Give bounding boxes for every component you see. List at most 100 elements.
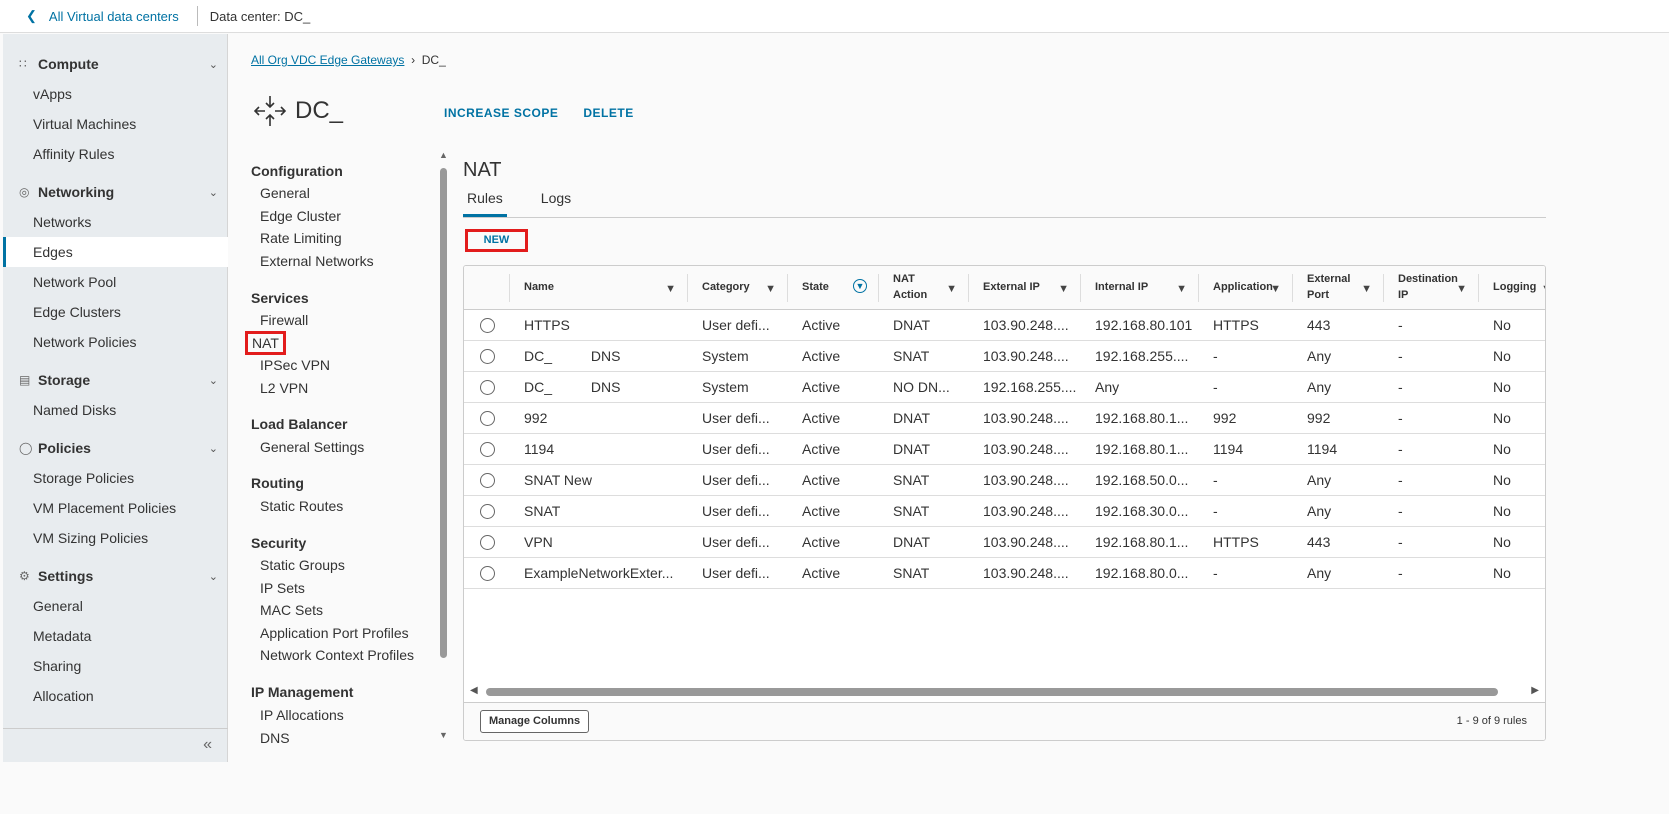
cell-logging: No (1479, 526, 1545, 558)
delete-button[interactable]: DELETE (583, 106, 633, 120)
column-header-category[interactable]: Category ▼ (688, 266, 788, 310)
sidebar-item-general[interactable]: General (3, 591, 228, 621)
row-select-radio[interactable] (480, 503, 495, 519)
nav-item-static-groups[interactable]: Static Groups (260, 557, 345, 573)
sidebar-item-network-pool[interactable]: Network Pool (3, 267, 228, 297)
table-row[interactable]: 1194 User defi... Active DNAT 103.90.248....… (464, 433, 1545, 465)
filter-icon[interactable]: ▼ (765, 281, 776, 297)
column-header-application[interactable]: Application ▼ (1199, 266, 1293, 310)
cell-external-port: 443 (1293, 309, 1384, 341)
filter-icon[interactable]: ▼ (665, 281, 676, 297)
filter-icon[interactable]: ▼ (853, 279, 867, 293)
sidebar-item-networks[interactable]: Networks (3, 207, 228, 237)
sidebar-item-network-policies[interactable]: Network Policies (3, 327, 228, 357)
nav-section-load-balancer: Load Balancer (251, 416, 348, 432)
filter-icon[interactable]: ▼ (1058, 281, 1069, 297)
cell-application: HTTPS (1199, 526, 1293, 558)
sidebar-item-edges[interactable]: Edges (3, 237, 228, 267)
cell-logging: No (1479, 495, 1545, 527)
sidebar-item-vapps[interactable]: vApps (3, 79, 228, 109)
nav-item-general-settings[interactable]: General Settings (260, 439, 364, 455)
column-header-destination-ip[interactable]: Destination IP ▼ (1384, 266, 1479, 310)
nav-item-dns[interactable]: DNS (260, 730, 290, 746)
collapse-sidebar-button[interactable]: « (3, 728, 228, 762)
table-row[interactable]: ExampleNetworkExter... User defi... Active… (464, 557, 1545, 589)
sidebar-item-edge-clusters[interactable]: Edge Clusters (3, 297, 228, 327)
nav-item-network-context-profiles[interactable]: Network Context Profiles (260, 647, 414, 663)
filter-icon[interactable]: ▼ (946, 281, 957, 297)
breadcrumb-current: DC_ (421, 53, 446, 67)
row-select-radio[interactable] (480, 379, 495, 395)
sidebar-item-named-disks[interactable]: Named Disks (3, 395, 228, 425)
row-select-radio[interactable] (480, 317, 495, 333)
sidebar-item-metadata[interactable]: Metadata (3, 621, 228, 651)
panel-title: NAT (463, 159, 502, 181)
nav-item-l2-vpn[interactable]: L2 VPN (260, 380, 308, 396)
nav-item-firewall[interactable]: Firewall (260, 312, 308, 328)
tab-logs[interactable]: Logs (537, 190, 575, 217)
nav-item-static-routes[interactable]: Static Routes (260, 498, 343, 514)
sidebar-item-vm-sizing-policies[interactable]: VM Sizing Policies (3, 523, 228, 553)
filter-icon[interactable]: ▼ (1270, 281, 1281, 297)
nav-item-external-networks[interactable]: External Networks (260, 253, 374, 269)
filter-icon[interactable]: ▼ (1456, 281, 1467, 297)
filter-icon[interactable]: ▼ (1541, 281, 1545, 297)
nav-item-ip-allocations[interactable]: IP Allocations (260, 707, 344, 723)
table-row[interactable]: HTTPS User defi... Active DNAT 103.90.248...… (464, 309, 1545, 341)
nav-item-general[interactable]: General (260, 185, 310, 201)
tab-rules[interactable]: Rules (463, 190, 507, 217)
row-select-radio[interactable] (480, 565, 495, 581)
sidebar-item-sharing[interactable]: Sharing (3, 651, 228, 681)
new-rule-button[interactable]: NEW (465, 229, 528, 252)
nav-item-application-port-profiles[interactable]: Application Port Profiles (260, 625, 409, 641)
nav-item-ipsec-vpn[interactable]: IPSec VPN (260, 357, 330, 373)
cell-external-port: Any (1293, 340, 1384, 372)
horizontal-scrollbar[interactable]: ◀ ▶ (464, 685, 1545, 699)
nav-item-mac-sets[interactable]: MAC Sets (260, 602, 323, 618)
manage-columns-button[interactable]: Manage Columns (480, 710, 590, 733)
column-header-state[interactable]: State ▼ (788, 266, 879, 310)
row-select-radio[interactable] (480, 348, 495, 364)
row-select-radio[interactable] (480, 441, 495, 457)
filter-icon[interactable]: ▼ (1361, 281, 1372, 297)
column-header-nat-action[interactable]: NAT Action ▼ (879, 266, 969, 310)
row-select-radio[interactable] (480, 534, 495, 550)
cell-application: - (1199, 340, 1293, 372)
networking-icon: ◎ (19, 185, 30, 199)
sidebar-item-vm-placement-policies[interactable]: VM Placement Policies (3, 493, 228, 523)
sidebar-group-compute[interactable]: ∷ Compute ⌄ (3, 49, 228, 79)
cell-application: - (1199, 371, 1293, 403)
nav-scrollbar[interactable]: ▲ ▼ (437, 150, 451, 740)
sidebar-group-settings[interactable]: ⚙ Settings ⌄ (3, 561, 228, 591)
row-select-radio[interactable] (480, 472, 495, 488)
nav-item-edge-cluster[interactable]: Edge Cluster (260, 208, 341, 224)
column-header-external-port[interactable]: External Port ▼ (1293, 266, 1384, 310)
sidebar-item-allocation[interactable]: Allocation (3, 681, 228, 711)
sidebar-item-affinity-rules[interactable]: Affinity Rules (3, 139, 228, 169)
column-header-logging[interactable]: Logging▼ (1479, 266, 1545, 310)
nav-item-nat[interactable]: NAT (245, 331, 286, 355)
sidebar-group-storage[interactable]: ▤ Storage ⌄ (3, 365, 228, 395)
table-row[interactable]: VPN User defi... Active DNAT 103.90.248.... 1… (464, 526, 1545, 558)
column-header-external-ip[interactable]: External IP ▼ (969, 266, 1081, 310)
breadcrumb-parent-link[interactable]: All Org VDC Edge Gateways (251, 53, 404, 67)
sidebar-item-virtual-machines[interactable]: Virtual Machines (3, 109, 228, 139)
increase-scope-button[interactable]: INCREASE SCOPE (444, 106, 558, 120)
sidebar-item-storage-policies[interactable]: Storage Policies (3, 463, 228, 493)
table-row[interactable]: 992 User defi... Active DNAT 103.90.248.... 1… (464, 402, 1545, 434)
row-select-radio[interactable] (480, 410, 495, 426)
sidebar-group-networking[interactable]: ◎ Networking ⌄ (3, 177, 228, 207)
sidebar-group-policies[interactable]: ◯ Policies ⌄ (3, 433, 228, 463)
table-row[interactable]: SNAT User defi... Active SNAT 103.90.248....… (464, 495, 1545, 527)
table-row[interactable]: SNAT New User defi... Active SNAT 103.90.248… (464, 464, 1545, 496)
nav-item-ip-sets[interactable]: IP Sets (260, 580, 305, 596)
column-header-name[interactable]: Name ▼ (510, 266, 688, 310)
table-row[interactable]: DC_ DNS System Active NO DN... 192.168.255..… (464, 371, 1545, 403)
select-column-header (464, 266, 510, 310)
nav-item-rate-limiting[interactable]: Rate Limiting (260, 230, 342, 246)
back-link[interactable]: ❮ All Virtual data centers (26, 8, 179, 24)
table-row[interactable]: DC_ DNS System Active SNAT 103.90.248.... 192… (464, 340, 1545, 372)
filter-icon[interactable]: ▼ (1176, 281, 1187, 297)
column-header-internal-ip[interactable]: Internal IP ▼ (1081, 266, 1199, 310)
cell-category: User defi... (688, 402, 788, 434)
